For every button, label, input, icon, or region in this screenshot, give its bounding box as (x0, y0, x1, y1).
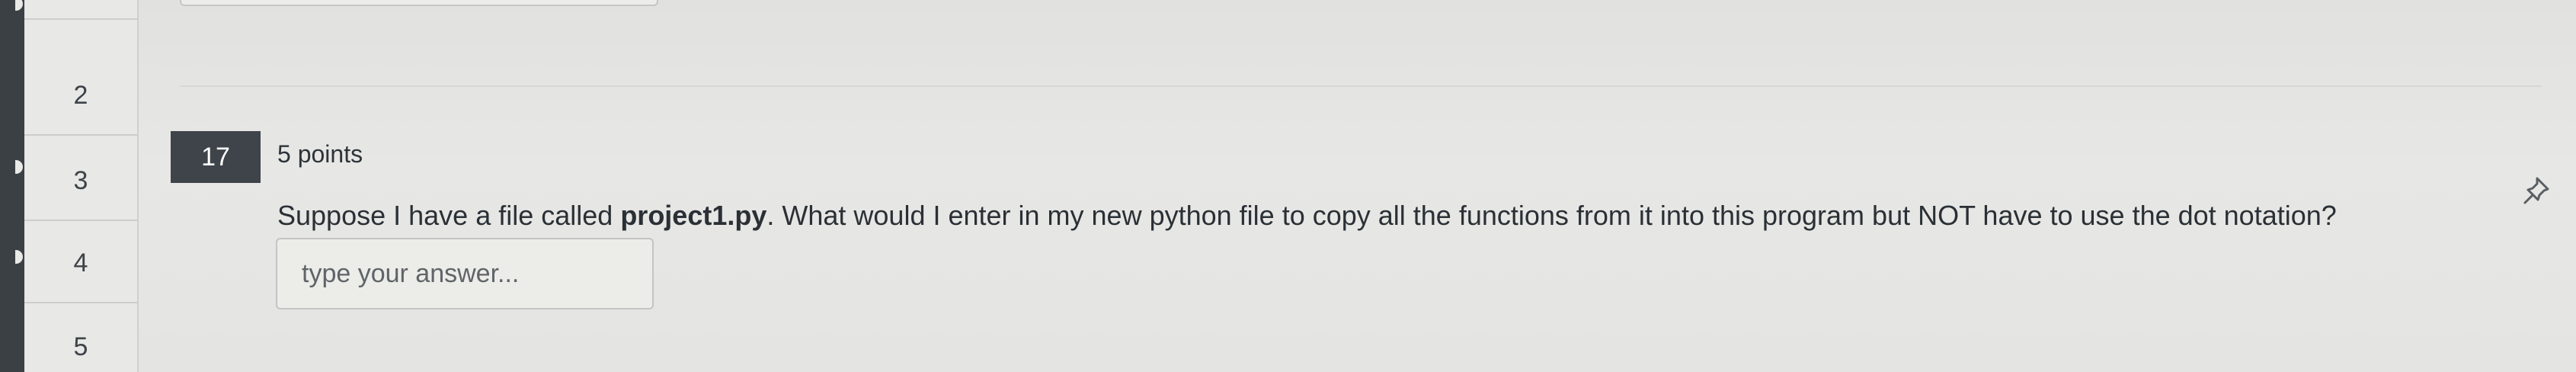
nav-item-label: 3 (73, 165, 88, 195)
nav-marker (15, 0, 23, 11)
nav-item-label: 5 (73, 332, 88, 361)
question-divider (180, 85, 2542, 87)
nav-item-3[interactable]: 3 (24, 142, 137, 221)
question-number: 17 (201, 142, 230, 172)
question-text-before: Suppose I have a file called (277, 200, 621, 231)
nav-item-5[interactable]: 5 (24, 308, 137, 372)
question-points: 5 points (277, 140, 363, 168)
nav-marker (15, 160, 23, 174)
nav-marker (15, 250, 23, 264)
nav-item-label: 2 (73, 80, 88, 110)
pin-icon[interactable] (2520, 174, 2554, 207)
left-edge-bar (0, 0, 24, 372)
question-navigator: 1 2 3 4 5 (24, 0, 139, 372)
question-file-name: project1.py (620, 200, 767, 231)
previous-answer-field[interactable] (180, 0, 658, 6)
nav-item-2[interactable]: 2 (24, 56, 137, 136)
nav-item-label: 4 (73, 248, 88, 277)
question-text: Suppose I have a file called project1.py… (277, 200, 2337, 232)
answer-input[interactable] (276, 238, 654, 309)
quiz-page: 1 2 3 4 5 17 5 points Suppose I have a f… (0, 0, 2576, 372)
question-text-after: . What would I enter in my new python fi… (766, 200, 2337, 231)
nav-item-4[interactable]: 4 (24, 224, 137, 303)
question-number-badge: 17 (171, 131, 261, 183)
nav-item-1[interactable]: 1 (24, 0, 137, 20)
